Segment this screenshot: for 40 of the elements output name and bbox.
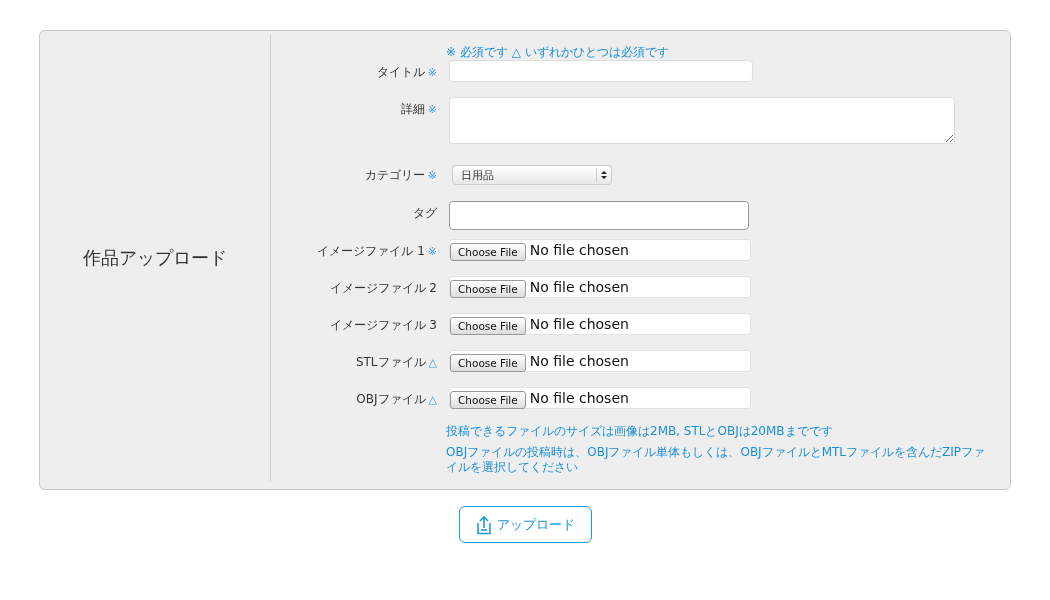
details-field[interactable]: [449, 97, 955, 144]
field-label: タグ: [413, 206, 437, 220]
note-text: 投稿できるファイルのサイズは画像は2MB, STLとOBJは20MBまでです: [446, 424, 834, 439]
required-mark: ※: [427, 103, 437, 116]
required-mark: △: [428, 393, 437, 406]
choose-file-button[interactable]: Choose File: [450, 316, 526, 335]
choose-file-button[interactable]: Choose File: [450, 353, 526, 372]
field-label: カテゴリー: [364, 168, 425, 182]
choose-file-button[interactable]: Choose File: [450, 279, 526, 298]
field-label: イメージファイル 2: [329, 281, 437, 295]
file-status-text: No file chosen: [529, 279, 629, 295]
required-mark: ※: [427, 169, 437, 182]
category-select[interactable]: 日用品: [452, 165, 612, 185]
file-status-text: No file chosen: [529, 242, 629, 258]
file-status-text: No file chosen: [529, 390, 629, 406]
field-label: OBJファイル: [356, 392, 426, 406]
note-text: OBJファイルの投稿時は、OBJファイル単体もしくは、OBJファイルとMTLファイルを含んだZIPファイルを選択してください: [446, 445, 986, 475]
upload-icon: [475, 514, 493, 535]
choose-file-button[interactable]: Choose File: [450, 390, 526, 409]
file-field[interactable]: Choose File No file chosen: [449, 387, 751, 409]
required-mark: ※: [427, 245, 437, 258]
required-mark: ※: [427, 66, 437, 79]
upload-button[interactable]: アップロード: [458, 506, 592, 543]
file-status-text: No file chosen: [529, 353, 629, 369]
file-field[interactable]: Choose File No file chosen: [449, 350, 751, 372]
field-label: イメージファイル 1: [317, 244, 425, 258]
file-field[interactable]: Choose File No file chosen: [449, 239, 751, 261]
title-field[interactable]: [449, 60, 753, 82]
choose-file-button[interactable]: Choose File: [450, 242, 526, 261]
field-label: STLファイル: [355, 355, 426, 369]
tag-field[interactable]: [449, 201, 749, 230]
field-label: 詳細: [400, 102, 425, 116]
legend-text: ※ 必須です △ いずれかひとつは必須です: [446, 44, 670, 60]
field-label: タイトル: [376, 65, 425, 79]
file-field[interactable]: Choose File No file chosen: [449, 313, 751, 335]
field-label: イメージファイル 3: [329, 318, 437, 332]
section-title: 作品アップロード: [83, 246, 227, 270]
file-field[interactable]: Choose File No file chosen: [449, 276, 751, 298]
file-status-text: No file chosen: [529, 316, 629, 332]
required-mark: △: [428, 356, 437, 369]
